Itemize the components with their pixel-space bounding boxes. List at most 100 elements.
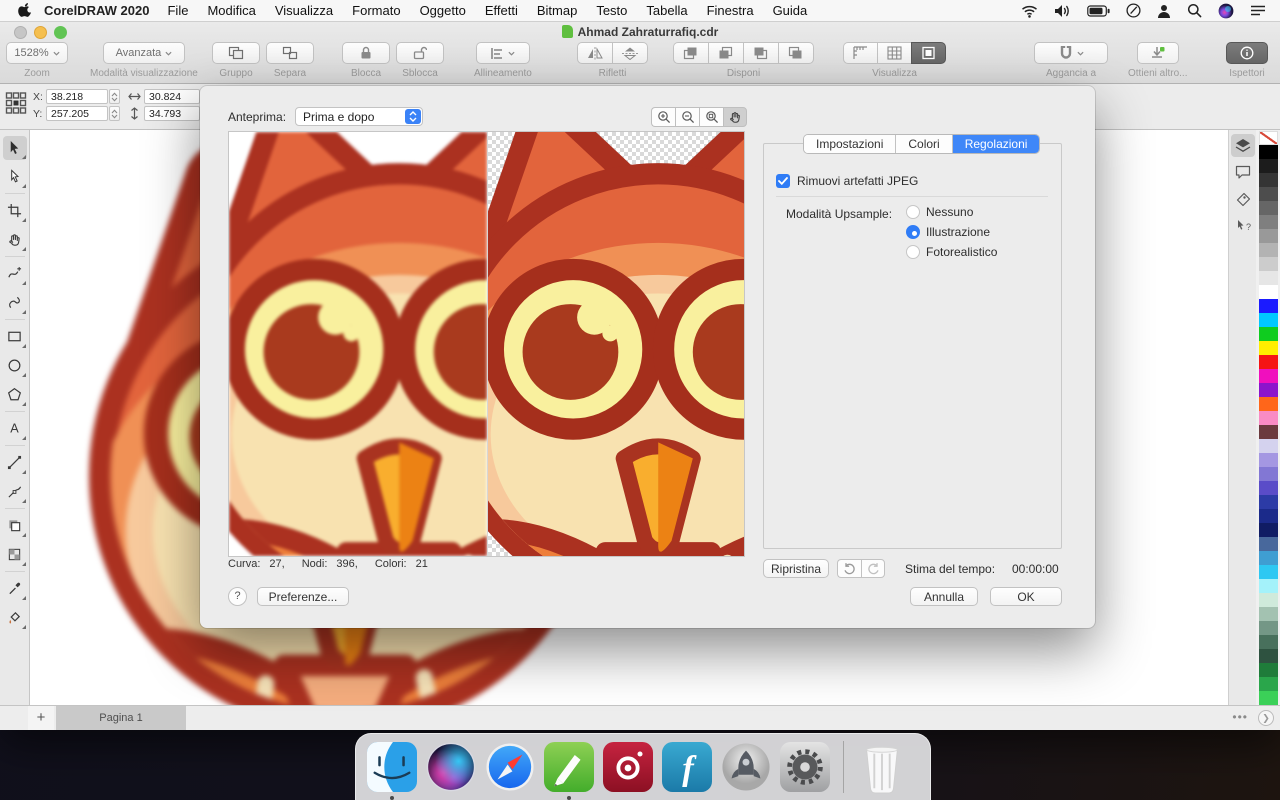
- eyedropper-tool[interactable]: [3, 577, 27, 601]
- pan-tool[interactable]: [3, 228, 27, 252]
- ungroup-button[interactable]: [266, 42, 314, 64]
- dock-photo-paint-icon[interactable]: [603, 742, 653, 792]
- properties-tag-inspector-icon[interactable]: [1231, 188, 1255, 211]
- palette-swatch[interactable]: [1259, 509, 1278, 523]
- menu-oggetto[interactable]: Oggetto: [420, 3, 466, 18]
- palette-swatch[interactable]: [1259, 551, 1278, 565]
- palette-swatch[interactable]: [1259, 229, 1278, 243]
- palette-swatch[interactable]: [1259, 453, 1278, 467]
- menu-visualizza[interactable]: Visualizza: [275, 3, 333, 18]
- siri-icon[interactable]: [1218, 3, 1234, 19]
- add-page-button[interactable]: +: [28, 706, 54, 730]
- user-icon[interactable]: [1157, 4, 1171, 18]
- pick-tool[interactable]: [3, 136, 27, 160]
- menu-tabella[interactable]: Tabella: [646, 3, 687, 18]
- zoom-in-button[interactable]: [651, 107, 675, 127]
- menu-testo[interactable]: Testo: [596, 3, 627, 18]
- crop-tool[interactable]: [3, 199, 27, 223]
- palette-swatch[interactable]: [1259, 285, 1278, 299]
- menu-finestra[interactable]: Finestra: [707, 3, 754, 18]
- x-position-input[interactable]: 38.218: [46, 89, 108, 104]
- control-list-icon[interactable]: [1250, 4, 1266, 17]
- line-tool[interactable]: [3, 451, 27, 475]
- lock-button[interactable]: [342, 42, 390, 64]
- palette-swatch[interactable]: [1259, 467, 1278, 481]
- polygon-tool[interactable]: [3, 383, 27, 407]
- palette-swatch[interactable]: [1259, 173, 1278, 187]
- menu-effetti[interactable]: Effetti: [485, 3, 518, 18]
- palette-swatch[interactable]: [1259, 355, 1278, 369]
- palette-swatch[interactable]: [1259, 215, 1278, 229]
- transparency-tool[interactable]: [3, 543, 27, 567]
- palette-swatch[interactable]: [1259, 131, 1278, 145]
- dock-safari-icon[interactable]: [485, 742, 535, 792]
- dimension-tool[interactable]: [3, 480, 27, 504]
- palette-swatch[interactable]: [1259, 565, 1278, 579]
- mirror-vertical-button[interactable]: [612, 42, 648, 64]
- palette-scroll-button[interactable]: ❯: [1258, 710, 1274, 726]
- object-width-input[interactable]: 30.824: [144, 89, 200, 104]
- before-after-preview[interactable]: [228, 131, 745, 557]
- palette-swatch[interactable]: [1259, 187, 1278, 201]
- wifi-icon[interactable]: [1021, 4, 1038, 18]
- tab-colori[interactable]: Colori: [896, 135, 952, 153]
- grid-toggle-button[interactable]: [877, 42, 911, 64]
- drop-shadow-tool[interactable]: [3, 514, 27, 538]
- palette-swatch[interactable]: [1259, 425, 1278, 439]
- dock-siri-icon[interactable]: [426, 742, 476, 792]
- undo-button[interactable]: [837, 559, 861, 578]
- zoom-out-button[interactable]: [675, 107, 699, 127]
- palette-swatch[interactable]: [1259, 257, 1278, 271]
- unlock-button[interactable]: [396, 42, 444, 64]
- shape-tool[interactable]: [3, 165, 27, 189]
- y-position-input[interactable]: 257.205: [46, 106, 108, 121]
- reset-button[interactable]: Ripristina: [763, 559, 829, 578]
- to-back-button[interactable]: [778, 42, 814, 64]
- palette-swatch[interactable]: [1259, 397, 1278, 411]
- interactive-fill-tool[interactable]: [3, 606, 27, 630]
- comments-inspector-icon[interactable]: [1231, 161, 1255, 184]
- page-tab[interactable]: Pagina 1: [56, 706, 186, 730]
- volume-icon[interactable]: [1054, 4, 1071, 18]
- redo-button[interactable]: [861, 559, 885, 578]
- preview-after-pane[interactable]: [487, 132, 745, 556]
- text-tool[interactable]: A: [3, 417, 27, 441]
- palette-swatch[interactable]: [1259, 537, 1278, 551]
- palette-swatch[interactable]: [1259, 523, 1278, 537]
- forward-one-button[interactable]: [708, 42, 743, 64]
- palette-swatch[interactable]: [1259, 299, 1278, 313]
- menu-bitmap[interactable]: Bitmap: [537, 3, 577, 18]
- dock-launchpad-icon[interactable]: [721, 742, 771, 792]
- menu-modifica[interactable]: Modifica: [207, 3, 255, 18]
- palette-swatch[interactable]: [1259, 621, 1278, 635]
- ok-button[interactable]: OK: [990, 587, 1062, 606]
- inspectors-toggle-button[interactable]: [1226, 42, 1268, 64]
- menu-file[interactable]: File: [167, 3, 188, 18]
- to-front-button[interactable]: [673, 42, 708, 64]
- palette-swatch[interactable]: [1259, 677, 1278, 691]
- preview-mode-dropdown[interactable]: Prima e dopo: [295, 107, 423, 126]
- rectangle-tool[interactable]: [3, 325, 27, 349]
- palette-swatch[interactable]: [1259, 383, 1278, 397]
- palette-swatch[interactable]: [1259, 649, 1278, 663]
- mirror-horizontal-button[interactable]: [577, 42, 612, 64]
- ellipse-tool[interactable]: [3, 354, 27, 378]
- active-app-name[interactable]: CorelDRAW 2020: [44, 3, 149, 18]
- back-one-button[interactable]: [743, 42, 778, 64]
- alignment-dropdown[interactable]: [476, 42, 530, 64]
- zoom-fit-button[interactable]: [699, 107, 723, 127]
- menu-formato[interactable]: Formato: [352, 3, 400, 18]
- rulers-toggle-button[interactable]: [843, 42, 877, 64]
- pan-preview-button[interactable]: [723, 107, 747, 127]
- palette-swatch[interactable]: [1259, 201, 1278, 215]
- dock-finder-icon[interactable]: [367, 742, 417, 792]
- zoom-level-dropdown[interactable]: 1528%: [6, 42, 68, 64]
- dock-trash-icon[interactable]: [857, 742, 907, 792]
- snap-to-dropdown[interactable]: [1034, 42, 1108, 64]
- palette-swatch[interactable]: [1259, 271, 1278, 285]
- y-stepper[interactable]: [109, 106, 120, 121]
- preferences-button[interactable]: Preferenze...: [257, 587, 349, 606]
- palette-swatch[interactable]: [1259, 159, 1278, 173]
- dock-font-manager-icon[interactable]: f: [662, 742, 712, 792]
- radio-nessuno[interactable]: [906, 205, 920, 219]
